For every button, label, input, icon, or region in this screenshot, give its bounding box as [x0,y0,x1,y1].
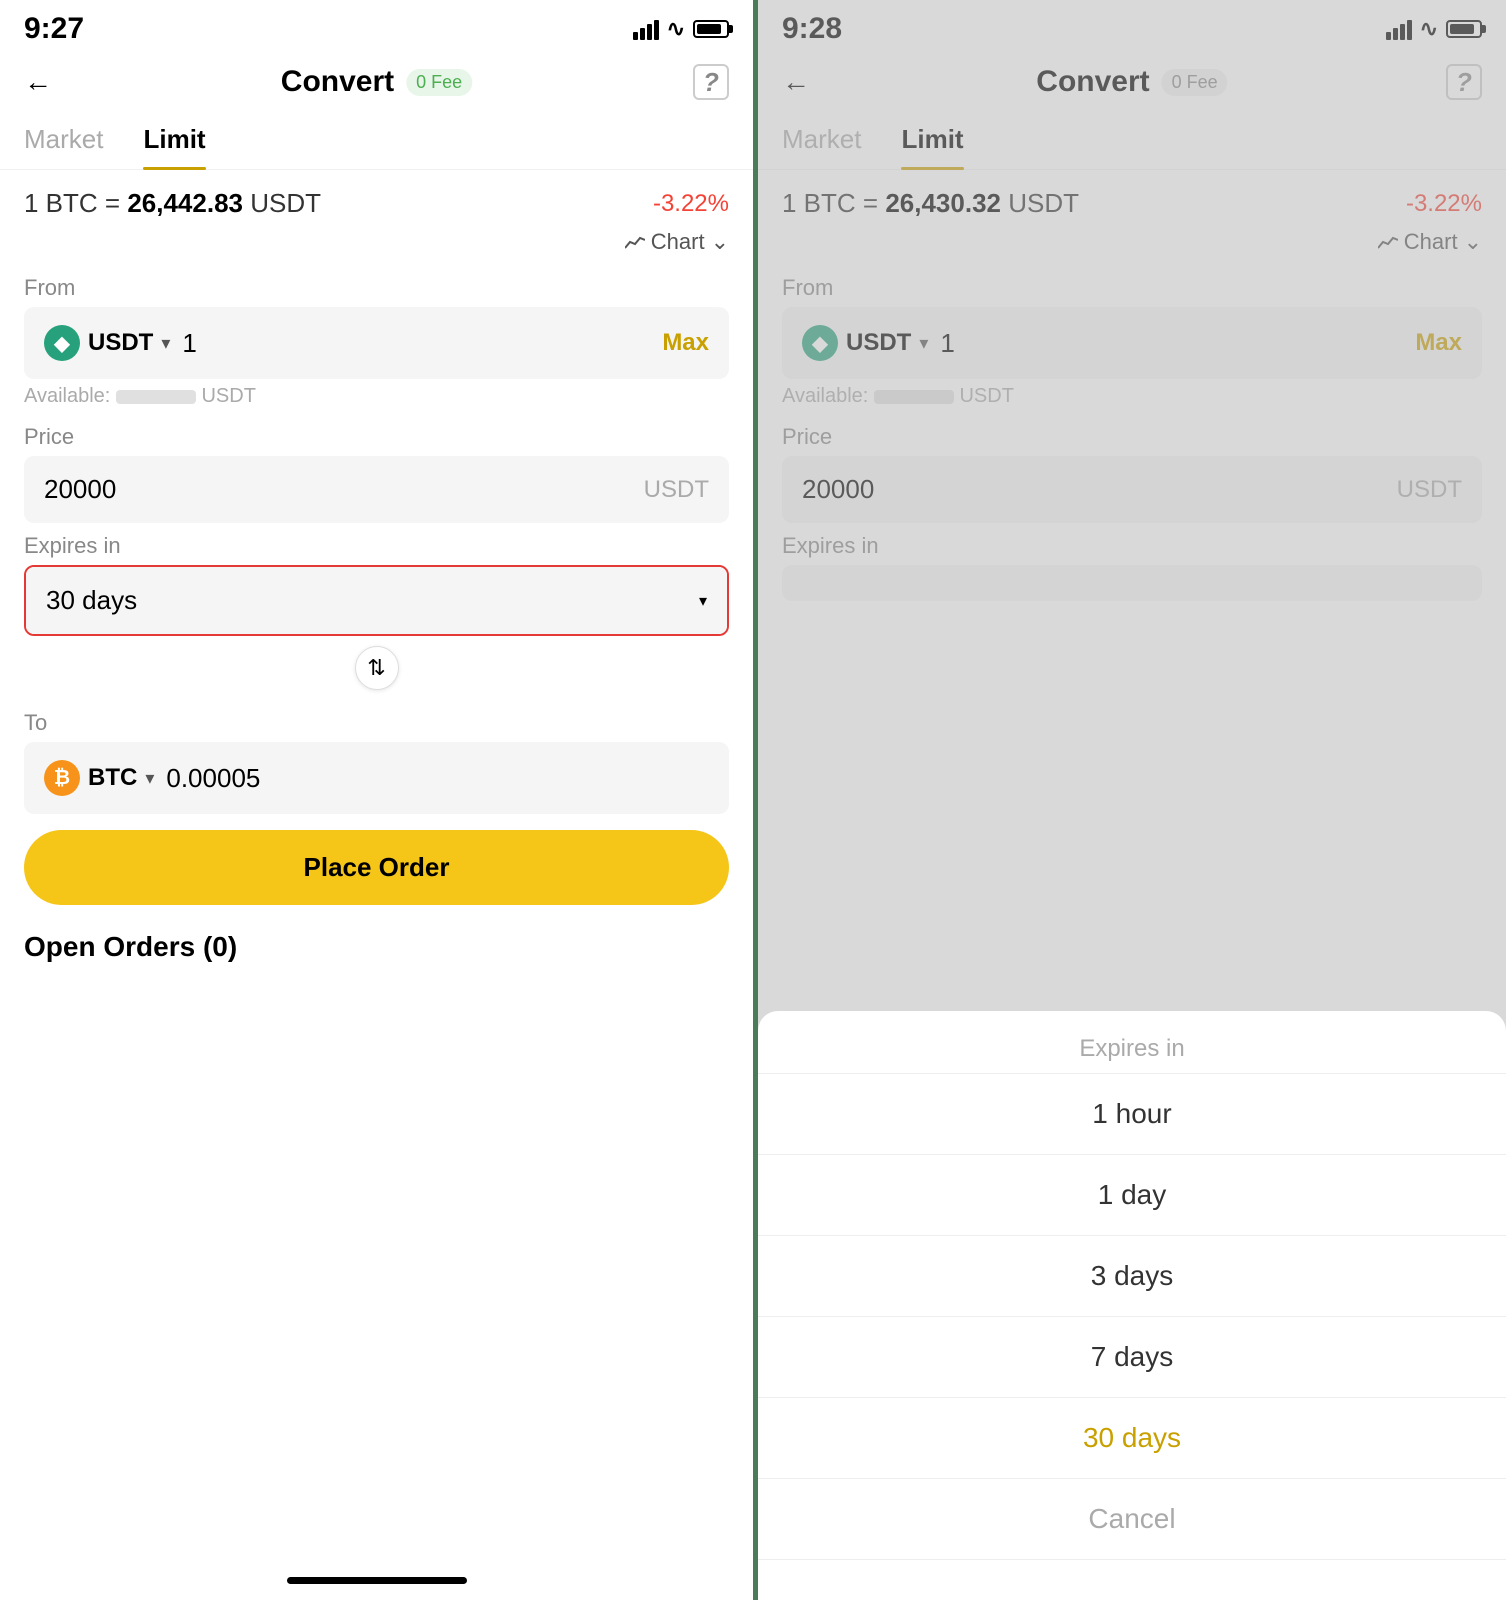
from-chevron-left: ▾ [161,333,170,354]
expires-input-row-left[interactable]: 30 days ▾ [26,567,727,634]
place-order-button-left[interactable]: Place Order [24,830,729,905]
available-blur-left [116,390,196,404]
usdt-icon-left: ◆ [44,325,80,361]
expires-label-outer-left: Expires in [0,523,753,565]
fee-badge-left: 0 Fee [406,69,472,96]
chart-row-left: Chart ⌄ [0,225,753,265]
picker-item-cancel[interactable]: Cancel [758,1479,1506,1560]
status-bar-left: 9:27 ∿ [0,0,753,54]
picker-item-3days[interactable]: 3 days [758,1236,1506,1317]
status-icons-left: ∿ [633,16,729,42]
chart-icon-left [625,234,645,250]
max-button-left[interactable]: Max [662,329,709,357]
help-icon-left[interactable]: ? [693,64,729,100]
to-input-row-left: ₿ BTC ▾ [24,742,729,814]
swap-button-left[interactable]: ⇅ [355,646,399,690]
to-label-left: To [0,700,753,742]
from-currency-selector-left[interactable]: ◆ USDT ▾ [44,325,170,361]
home-indicator-left [287,1577,467,1584]
open-orders-left: Open Orders (0) [0,921,753,973]
to-currency-selector-left[interactable]: ₿ BTC ▾ [44,760,154,796]
rate-change-left: -3.22% [653,190,729,218]
expires-chevron-left: ▾ [699,591,707,611]
picker-item-1hour[interactable]: 1 hour [758,1074,1506,1155]
battery-icon [693,20,729,38]
header-left: ← Convert 0 Fee ? [0,54,753,110]
picker-title-right: Expires in [758,1011,1506,1074]
picker-item-30days[interactable]: 30 days [758,1398,1506,1479]
convert-title-left: Convert [281,65,394,99]
to-amount-input-left[interactable] [166,763,709,794]
picker-sheet-right: Expires in 1 hour 1 day 3 days 7 days 30… [758,1011,1506,1600]
swap-row-left: ⇅ [0,636,753,700]
right-panel: 9:28 ∿ ← Convert 0 Fee ? Market Li [753,0,1506,1600]
from-label-left: From [0,265,753,307]
from-input-row-left: ◆ USDT ▾ Max [24,307,729,379]
picker-item-7days[interactable]: 7 days [758,1317,1506,1398]
header-title-left: Convert 0 Fee [281,65,472,99]
left-panel: 9:27 ∿ ← Convert 0 Fee ? Market Li [0,0,753,1600]
signal-icon [633,18,659,40]
time-left: 9:27 [24,12,84,46]
price-row-left: USDT [24,456,729,523]
expires-section-left: 30 days ▾ [24,565,729,636]
expires-value-left: 30 days [46,585,699,616]
to-chevron-left: ▾ [145,768,154,789]
picker-item-1day[interactable]: 1 day [758,1155,1506,1236]
rate-text-left: 1 BTC = 26,442.83 USDT [24,188,321,219]
price-label-left: Price [0,414,753,456]
tab-limit-left[interactable]: Limit [143,110,205,169]
rate-row-left: 1 BTC = 26,442.83 USDT -3.22% [0,170,753,225]
btc-icon-left: ₿ [44,760,80,796]
to-currency-left: BTC [88,764,137,792]
tabs-left: Market Limit [0,110,753,170]
price-input-left[interactable] [44,474,644,505]
back-button-left[interactable]: ← [24,66,52,98]
wifi-icon: ∿ [667,16,685,42]
price-unit-left: USDT [644,476,709,504]
available-text-left: Available: USDT [0,379,753,414]
from-amount-input-left[interactable] [182,328,650,359]
tab-market-left[interactable]: Market [24,110,103,169]
chart-button-left[interactable]: Chart ⌄ [625,229,729,255]
from-currency-left: USDT [88,329,153,357]
